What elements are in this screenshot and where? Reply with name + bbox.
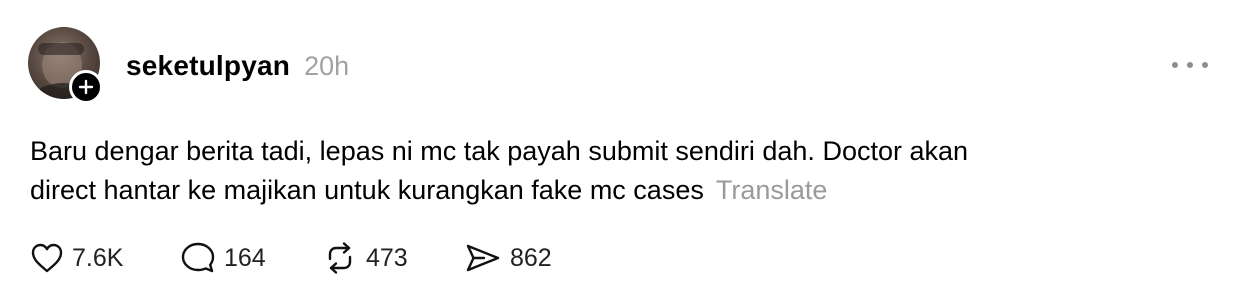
thread-post: seketulpyan 20h Baru dengar berita tadi,…	[0, 0, 1240, 304]
post-timestamp: 20h	[304, 51, 350, 81]
post-actions: 7.6K 164 473 862	[30, 241, 552, 275]
reply-button[interactable]: 164	[180, 241, 322, 275]
reply-count: 164	[224, 243, 266, 272]
more-options-button[interactable]	[1168, 52, 1212, 78]
repost-arrows-icon	[328, 242, 352, 274]
like-button[interactable]: 7.6K	[30, 242, 180, 274]
follow-button[interactable]	[69, 70, 103, 104]
plus-icon	[78, 79, 94, 95]
repost-button[interactable]: 473	[322, 241, 464, 275]
translate-link[interactable]: Translate	[716, 175, 828, 205]
more-dots-icon	[1172, 62, 1178, 68]
more-dots-icon	[1187, 62, 1193, 68]
post-body-line: Baru dengar berita tadi, lepas ni mc tak…	[30, 136, 969, 166]
repost-count: 473	[366, 243, 408, 272]
share-button[interactable]: 862	[464, 242, 552, 274]
avatar-container	[28, 27, 103, 104]
more-dots-icon	[1202, 62, 1208, 68]
share-count: 862	[510, 243, 552, 272]
post-body: Baru dengar berita tadi, lepas ni mc tak…	[30, 132, 1170, 210]
comment-bubble-icon	[181, 242, 215, 273]
post-header: seketulpyan 20h	[126, 50, 349, 82]
username-link[interactable]: seketulpyan	[126, 50, 290, 82]
send-icon	[466, 244, 500, 272]
like-count: 7.6K	[72, 243, 124, 272]
post-body-line: direct hantar ke majikan untuk kurangkan…	[30, 175, 828, 205]
heart-icon	[31, 243, 63, 273]
